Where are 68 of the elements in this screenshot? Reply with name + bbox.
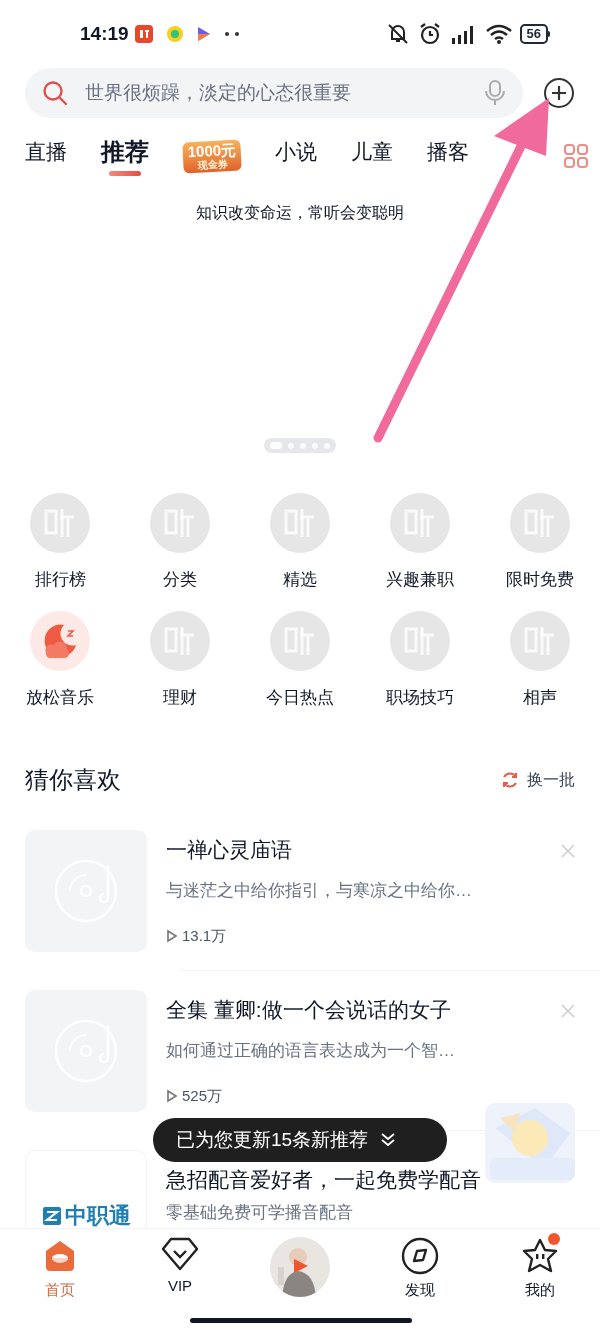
banner-slogan: 知识改变命运，常听会变聪明 [196,203,404,223]
shortcut-item[interactable]: 兴趣兼职 [360,493,480,593]
list-item[interactable]: 一禅心灵庙语 与迷茫之中给你指引，与寒凉之中给你… 13.1万 [0,830,600,990]
shortcut-item[interactable]: 今日热点 [240,610,360,710]
search-icon [42,80,68,106]
nav-tab[interactable]: 发现 [360,1237,480,1302]
more-icon [224,32,239,36]
item-description: 零基础免费可学播音配音 [166,1201,354,1224]
status-time: 14:19 [80,21,129,46]
item-title: 一禅心灵庙语 [166,837,293,863]
diamond-icon [161,1237,199,1271]
category-tab[interactable]: 儿童 [351,136,394,176]
compass-icon [401,1237,439,1275]
play-count: 525万 [182,1086,223,1106]
page-indicator[interactable] [264,438,336,453]
placeholder-icon [270,610,330,671]
star-face-icon [521,1237,559,1275]
shortcut-item[interactable]: 排行榜 [0,493,120,593]
placeholder-icon [150,610,210,671]
close-icon[interactable] [561,844,575,858]
search-field[interactable]: 世界很烦躁，淡定的心态很重要 [85,78,468,108]
nav-tab[interactable]: 我的 [480,1237,600,1302]
shortcut-item[interactable]: 理财 [120,610,240,710]
placeholder-icon [30,493,90,553]
shortcut-item[interactable]: 分类 [120,493,240,593]
nav-tab[interactable]: 首页 [0,1237,120,1302]
play-count-icon [166,1089,178,1104]
category-tab[interactable]: 推荐 [101,136,149,176]
refresh-icon [501,771,519,789]
placeholder-icon [510,610,570,671]
microphone-icon[interactable] [485,80,505,106]
shortcut-item[interactable]: 相声 [480,610,600,710]
placeholder-icon [390,610,450,671]
video-app-icon [196,26,211,42]
battery-indicator: 56 [519,24,550,44]
placeholder-icon [270,493,330,553]
shortcut-item[interactable]: 放松音乐 [0,610,120,710]
play-count-icon [166,929,178,944]
moon-cloud-icon [30,610,90,671]
item-title: 全集 董卿:做一个会说话的女子 [166,997,452,1023]
category-tab[interactable]: 小说 [275,136,318,176]
placeholder-icon [150,493,210,553]
placeholder-icon [510,493,570,553]
play-count: 13.1万 [182,926,227,946]
update-toast: 已为您更新15条新推荐 [153,1118,447,1162]
double-chevron-icon [380,1132,397,1148]
refresh-button[interactable]: 换一批 [501,768,575,792]
wifi-icon [485,24,512,44]
app-notification-icon [134,25,153,43]
grid-menu-icon[interactable] [564,144,588,168]
search-bar[interactable]: 世界很烦躁，淡定的心态很重要 [25,68,523,118]
music-app-icon [166,26,183,42]
brand-logo-text: 中职通 [64,1201,131,1230]
category-tab[interactable]: 播客 [427,136,470,176]
placeholder-icon [390,493,450,553]
close-icon[interactable] [561,1004,575,1018]
shortcut-item[interactable]: 限时免费 [480,493,600,593]
nav-tab[interactable]: VIP [120,1237,240,1298]
mute-icon [385,23,410,45]
category-tab[interactable]: 直播 [25,136,67,176]
shortcut-item[interactable]: 职场技巧 [360,610,480,710]
item-title: 急招配音爱好者，一起免费学配音 [166,1167,482,1193]
section-title: 猜你喜欢 [25,765,121,795]
item-description: 与迷茫之中给你指引，与寒凉之中给你… [166,879,473,902]
shortcut-item[interactable]: 精选 [240,493,360,593]
item-description: 如何通过正确的语言表达成为一个智… [166,1039,456,1062]
logo-icon [41,1205,62,1226]
add-icon[interactable] [543,77,575,109]
